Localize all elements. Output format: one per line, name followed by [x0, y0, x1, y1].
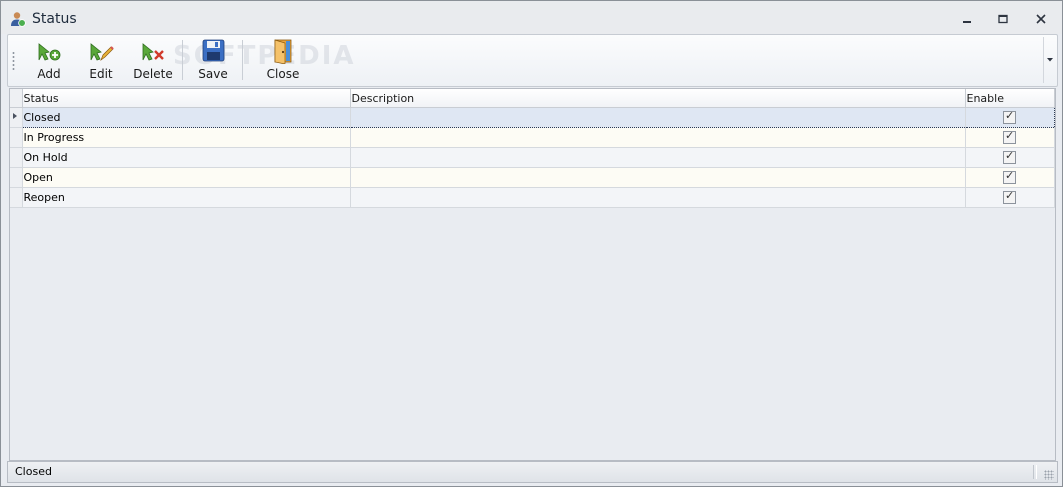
header-indicator-cell [10, 89, 23, 108]
user-status-icon [11, 12, 26, 27]
enable-checkbox[interactable] [1003, 109, 1016, 124]
floppy-disk-icon [202, 39, 225, 62]
table-row[interactable]: Reopen [10, 187, 1055, 208]
enable-cell[interactable] [965, 167, 1055, 188]
column-header-enable[interactable]: Enable [965, 89, 1055, 108]
add-button[interactable]: Add [34, 38, 64, 82]
minimize-button[interactable] [955, 10, 979, 28]
column-header-status[interactable]: Status [22, 89, 351, 108]
status-cell[interactable]: In Progress [22, 127, 351, 148]
delete-icon [142, 43, 164, 61]
toolbar-separator [182, 40, 183, 80]
table-row[interactable]: In Progress [10, 127, 1055, 148]
row-indicator[interactable] [10, 167, 23, 188]
row-indicator[interactable] [10, 127, 23, 148]
enable-cell[interactable] [965, 187, 1055, 208]
edit-label: Edit [89, 67, 113, 81]
enable-checkbox[interactable] [1003, 189, 1016, 204]
delete-button[interactable]: Delete [133, 38, 173, 82]
status-cell[interactable]: Reopen [22, 187, 351, 208]
row-indicator[interactable] [10, 107, 23, 128]
status-grid: Status Description Enable Closed In Prog… [9, 88, 1056, 461]
status-cell[interactable]: Closed [21, 107, 351, 128]
title-bar: Status [1, 1, 1062, 34]
description-cell[interactable] [350, 127, 966, 148]
minimize-icon [963, 21, 971, 23]
description-cell[interactable] [350, 167, 966, 188]
column-header-description[interactable]: Description [350, 89, 966, 108]
toolbar-separator [242, 40, 243, 80]
description-cell[interactable] [350, 107, 966, 128]
status-cell[interactable]: Open [22, 167, 351, 188]
resize-grip[interactable] [1044, 470, 1054, 480]
table-row[interactable]: On Hold [10, 147, 1055, 168]
description-cell[interactable] [350, 147, 966, 168]
enable-cell[interactable] [965, 147, 1055, 168]
door-exit-icon [274, 39, 292, 64]
close-icon [1036, 14, 1046, 24]
enable-checkbox[interactable] [1003, 149, 1016, 164]
enable-cell[interactable] [965, 127, 1055, 148]
enable-cell[interactable] [965, 107, 1055, 128]
row-indicator[interactable] [10, 187, 23, 208]
save-label: Save [198, 67, 228, 81]
table-row[interactable]: Closed [10, 107, 1055, 128]
add-icon [38, 43, 61, 61]
toolbar: SOFTPEDIA Add Edit Delete Save Close [7, 34, 1058, 87]
window-title: Status [32, 11, 77, 27]
description-cell[interactable] [350, 187, 966, 208]
enable-checkbox[interactable] [1003, 169, 1016, 184]
status-bar-divider [1033, 465, 1037, 479]
status-table: Status Description Enable Closed In Prog… [10, 89, 1055, 208]
edit-icon [90, 43, 114, 62]
restore-icon [998, 14, 1008, 24]
save-button[interactable]: Save [196, 38, 230, 82]
close-window-button[interactable] [1029, 10, 1053, 28]
toolbar-grip[interactable] [12, 51, 15, 71]
edit-button[interactable]: Edit [86, 38, 116, 82]
close-label: Close [266, 67, 300, 81]
row-indicator[interactable] [10, 147, 23, 168]
table-row[interactable]: Open [10, 167, 1055, 188]
restore-button[interactable] [991, 10, 1015, 28]
status-cell[interactable]: On Hold [22, 147, 351, 168]
status-window: Status SOFTPEDIA Add Edit Delete Save Cl… [0, 0, 1063, 487]
toolbar-overflow-button[interactable] [1043, 37, 1056, 83]
chevron-down-icon [1047, 58, 1053, 62]
current-row-arrow-icon [13, 113, 17, 119]
status-bar-text: Closed [15, 465, 52, 478]
delete-label: Delete [133, 67, 173, 81]
close-button[interactable]: Close [266, 38, 300, 82]
header-row: Status Description Enable [10, 89, 1055, 108]
enable-checkbox[interactable] [1003, 129, 1016, 144]
add-label: Add [37, 67, 61, 81]
status-bar: Closed [7, 461, 1058, 483]
